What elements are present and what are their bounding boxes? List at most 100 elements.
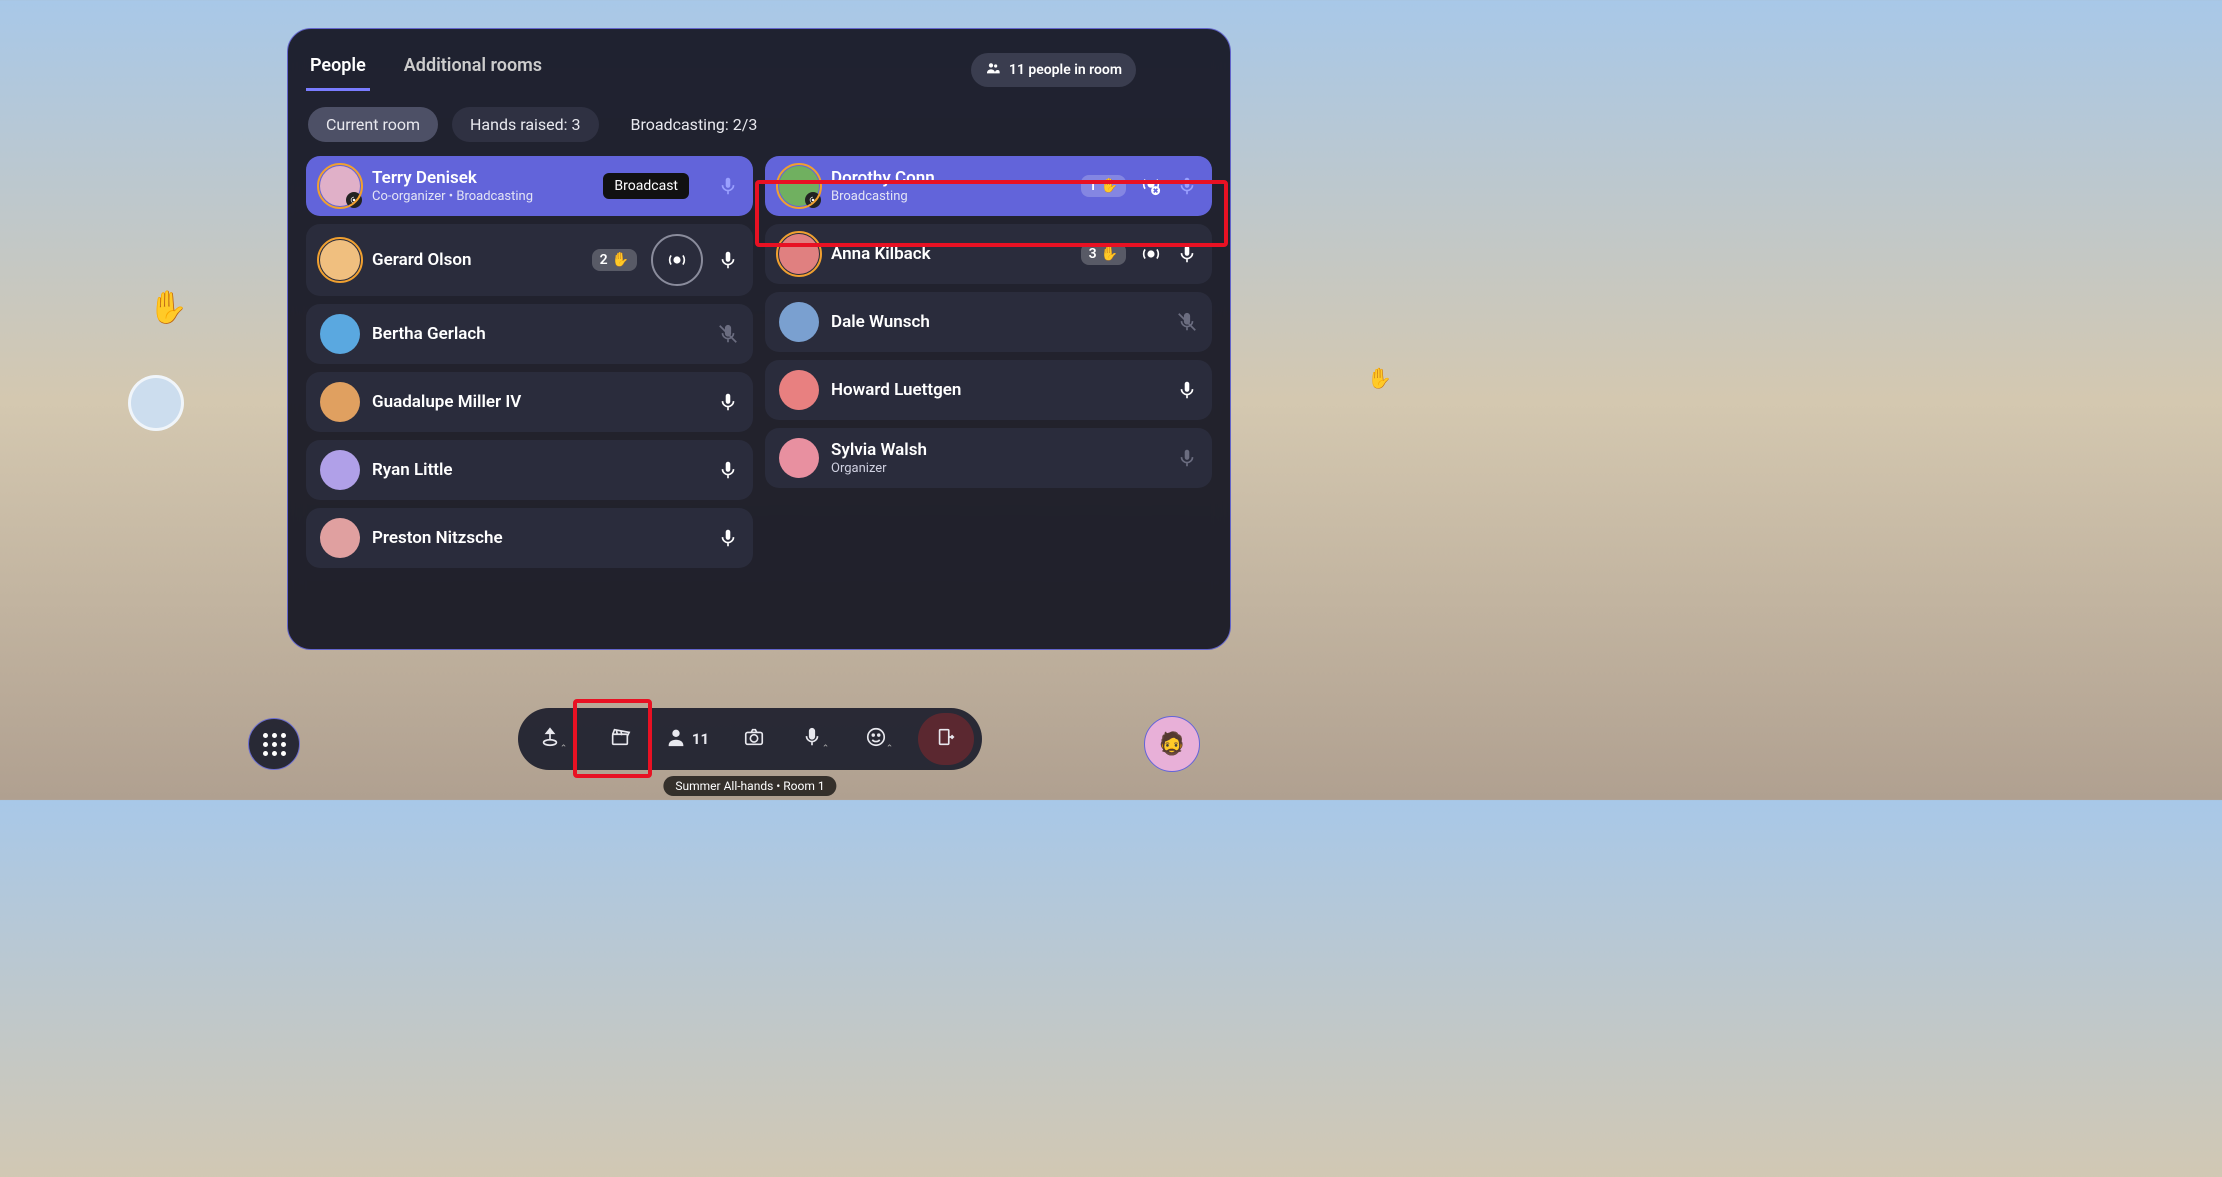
close-button[interactable] xyxy=(1174,56,1202,84)
leave-button[interactable] xyxy=(918,713,974,765)
person-card[interactable]: Preston Nitzsche xyxy=(306,508,753,568)
person-card[interactable]: Anna Kilback 3 ✋ xyxy=(765,224,1212,284)
person-name: Gerard Olson xyxy=(372,250,580,270)
mic-button[interactable]: ⌃ xyxy=(788,713,848,765)
teleport-icon xyxy=(539,726,561,752)
self-avatar[interactable]: 🧔 xyxy=(1144,716,1200,772)
avatar xyxy=(779,302,819,342)
avatar xyxy=(779,370,819,410)
mic-icon[interactable] xyxy=(1176,175,1198,197)
people-count: 11 xyxy=(692,730,709,748)
broadcast-button[interactable] xyxy=(651,234,703,286)
mic-icon xyxy=(801,726,823,752)
avatar xyxy=(320,240,360,280)
scenes-button[interactable] xyxy=(590,713,650,765)
chevron-up-icon: ⌃ xyxy=(822,744,830,754)
session-label: Summer All-hands • Room 1 xyxy=(663,776,836,796)
filter-hands-raised[interactable]: Hands raised: 3 xyxy=(452,107,599,142)
room-count-text: 11 people in room xyxy=(1009,62,1122,78)
raised-hand-icon: ✋ xyxy=(148,288,188,326)
camera-icon xyxy=(743,726,765,752)
filter-bar: Current room Hands raised: 3 Broadcastin… xyxy=(288,101,1230,156)
person-card[interactable]: Gerard Olson 2 ✋ xyxy=(306,224,753,296)
people-column-right: Dorothy Conn Broadcasting 1 ✋ Anna Kilba… xyxy=(765,156,1212,568)
people-column-left: Terry Denisek Co-organizer • Broadcastin… xyxy=(306,156,753,568)
avatar xyxy=(779,234,819,274)
mic-icon[interactable] xyxy=(717,527,739,549)
room-count-badge[interactable]: 11 people in room xyxy=(971,53,1136,87)
person-name: Bertha Gerlach xyxy=(372,324,705,344)
people-button[interactable]: 11 xyxy=(654,713,720,765)
person-card[interactable]: Bertha Gerlach xyxy=(306,304,753,364)
mic-icon[interactable] xyxy=(1176,243,1198,265)
hand-raised-badge: 2 ✋ xyxy=(592,249,637,271)
chevron-up-icon: ⌃ xyxy=(886,744,894,754)
person-subtitle: Organizer xyxy=(831,461,1164,476)
person-name: Ryan Little xyxy=(372,460,705,480)
mic-icon[interactable] xyxy=(717,249,739,271)
mic-icon[interactable] xyxy=(717,175,739,197)
broadcast-icon[interactable] xyxy=(1140,243,1162,265)
mic-icon[interactable] xyxy=(1176,379,1198,401)
grid-icon xyxy=(263,733,286,756)
avatar xyxy=(779,438,819,478)
person-name: Sylvia Walsh xyxy=(831,440,1164,460)
avatar xyxy=(320,314,360,354)
avatar xyxy=(779,166,819,206)
reactions-button[interactable]: ⌃ xyxy=(852,713,912,765)
raised-hand-icon: ✋ xyxy=(1367,366,1392,390)
tab-bar: People Additional rooms xyxy=(306,49,951,91)
person-card[interactable]: Terry Denisek Co-organizer • Broadcastin… xyxy=(306,156,753,216)
control-bar: ⌃ 11 ⌃ ⌃ xyxy=(518,708,982,770)
broadcast-badge-icon xyxy=(805,192,821,208)
avatar xyxy=(320,166,360,206)
chevron-up-icon: ⌃ xyxy=(560,744,568,754)
mic-icon[interactable] xyxy=(717,459,739,481)
teleport-button[interactable]: ⌃ xyxy=(526,713,586,765)
person-name: Preston Nitzsche xyxy=(372,528,705,548)
person-subtitle: Broadcasting xyxy=(831,189,1069,204)
tab-people[interactable]: People xyxy=(306,49,370,91)
person-card[interactable]: Dorothy Conn Broadcasting 1 ✋ xyxy=(765,156,1212,216)
person-name: Howard Luettgen xyxy=(831,380,1164,400)
apps-launcher-button[interactable] xyxy=(248,718,300,770)
person-info: Dorothy Conn Broadcasting xyxy=(831,168,1069,204)
people-panel: People Additional rooms 11 people in roo… xyxy=(287,28,1231,650)
broadcast-badge-icon xyxy=(346,192,362,208)
panel-header: People Additional rooms 11 people in roo… xyxy=(288,29,1230,101)
person-card[interactable]: Sylvia Walsh Organizer xyxy=(765,428,1212,488)
camera-button[interactable] xyxy=(724,713,784,765)
mic-muted-icon[interactable] xyxy=(717,323,739,345)
stop-broadcast-icon[interactable] xyxy=(1140,175,1162,197)
filter-broadcasting[interactable]: Broadcasting: 2/3 xyxy=(613,107,776,142)
filter-current-room[interactable]: Current room xyxy=(308,107,438,142)
mic-icon[interactable] xyxy=(1176,447,1198,469)
avatar xyxy=(320,382,360,422)
person-name: Guadalupe Miller IV xyxy=(372,392,705,412)
mic-muted-icon[interactable] xyxy=(1176,311,1198,333)
person-card[interactable]: Guadalupe Miller IV xyxy=(306,372,753,432)
people-icon xyxy=(985,60,1001,80)
emoji-icon xyxy=(865,726,887,752)
avatar xyxy=(320,518,360,558)
tooltip-broadcast: Broadcast xyxy=(603,173,689,199)
card-actions: 2 ✋ xyxy=(592,234,739,286)
person-info: Bertha Gerlach xyxy=(372,324,705,344)
scene-avatar-bubble xyxy=(128,375,184,431)
person-name: Anna Kilback xyxy=(831,244,1069,264)
person-card[interactable]: Dale Wunsch xyxy=(765,292,1212,352)
person-card[interactable]: Ryan Little xyxy=(306,440,753,500)
hand-raised-badge: 3 ✋ xyxy=(1081,243,1126,265)
person-info: Sylvia Walsh Organizer xyxy=(831,440,1164,476)
person-info: Gerard Olson xyxy=(372,250,580,270)
mic-icon[interactable] xyxy=(717,391,739,413)
person-name: Dorothy Conn xyxy=(831,168,1069,188)
tab-additional-rooms[interactable]: Additional rooms xyxy=(400,49,546,91)
person-card[interactable]: Howard Luettgen xyxy=(765,360,1212,420)
leave-icon xyxy=(935,726,957,752)
avatar xyxy=(320,450,360,490)
person-name: Dale Wunsch xyxy=(831,312,1164,332)
people-grid: Terry Denisek Co-organizer • Broadcastin… xyxy=(288,156,1230,568)
broadcast-icon xyxy=(666,249,688,271)
person-icon xyxy=(665,726,687,752)
